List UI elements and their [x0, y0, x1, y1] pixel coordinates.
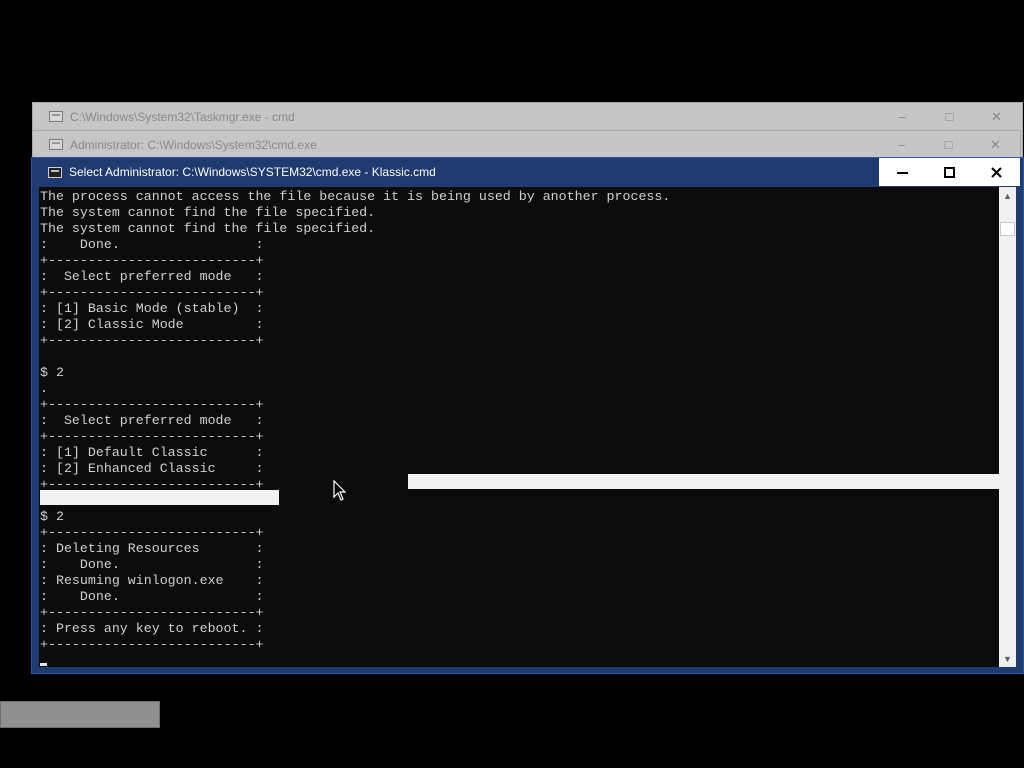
- console-line: : Done. :: [40, 237, 264, 252]
- text-cursor: [40, 663, 47, 666]
- selection-highlight: [40, 490, 279, 505]
- console-line: : Done. :: [40, 589, 264, 604]
- console-line: : Select preferred mode :: [40, 269, 264, 284]
- close-icon: [991, 166, 1002, 178]
- minimize-icon: [897, 171, 908, 174]
- console-line: : Press any key to reboot. :: [40, 621, 264, 636]
- mouse-pointer-icon: [333, 480, 347, 501]
- close-icon: ✕: [991, 108, 1002, 124]
- console-line: : [1] Default Classic :: [40, 445, 264, 460]
- close-button[interactable]: ✕: [972, 131, 1019, 158]
- console-line: +--------------------------+: [40, 605, 264, 620]
- console-line: The process cannot access the file becau…: [40, 189, 671, 204]
- scrollbar-thumb[interactable]: [1000, 222, 1015, 236]
- console-line: +--------------------------+: [40, 285, 264, 300]
- console-line: : [2] Classic Mode :: [40, 317, 264, 332]
- console-line: $ 2: [40, 509, 64, 524]
- minimize-icon: –: [898, 109, 907, 124]
- maximize-button[interactable]: □: [925, 131, 972, 158]
- maximize-button[interactable]: □: [926, 103, 973, 130]
- console-lines: The process cannot access the file becau…: [40, 189, 670, 653]
- console-line: +--------------------------+: [40, 637, 264, 652]
- console-line: $ 2: [40, 365, 64, 380]
- cmd-icon: [48, 166, 62, 178]
- cmd-icon: [49, 111, 63, 122]
- maximize-icon: □: [944, 137, 953, 152]
- minimize-button[interactable]: [879, 158, 926, 186]
- console-line: : Select preferred mode :: [40, 413, 264, 428]
- scroll-down-arrow-icon[interactable]: ▼: [999, 650, 1016, 667]
- console-line: : Deleting Resources :: [40, 541, 264, 556]
- minimize-button[interactable]: –: [878, 131, 925, 158]
- console-line: : [1] Basic Mode (stable) :: [40, 301, 264, 316]
- admin-cmd-titlebar[interactable]: Administrator: C:\Windows\System32\cmd.e…: [33, 131, 1020, 158]
- cmd-icon: [49, 139, 63, 150]
- maximize-button[interactable]: [926, 158, 973, 186]
- console-line: : Done. :: [40, 557, 264, 572]
- console-output[interactable]: The process cannot access the file becau…: [39, 187, 999, 667]
- minimize-button[interactable]: –: [879, 103, 926, 130]
- taskbar-button[interactable]: [0, 701, 160, 728]
- close-button[interactable]: [973, 158, 1020, 186]
- close-button[interactable]: ✕: [973, 103, 1020, 130]
- active-titlebar[interactable]: Select Administrator: C:\Windows\SYSTEM3…: [32, 158, 1023, 186]
- klassic-cmd-window[interactable]: Select Administrator: C:\Windows\SYSTEM3…: [31, 157, 1024, 674]
- console-line: .: [40, 381, 48, 396]
- console-line: The system cannot find the file specifie…: [40, 205, 376, 220]
- console-line: +--------------------------+: [40, 333, 264, 348]
- console-line: The system cannot find the file specifie…: [40, 221, 376, 236]
- maximize-icon: [944, 166, 955, 178]
- minimize-icon: –: [897, 137, 906, 152]
- maximize-icon: □: [945, 109, 954, 124]
- console-line: +--------------------------+: [40, 253, 264, 268]
- vertical-scrollbar[interactable]: ▲ ▼: [999, 187, 1016, 667]
- console-line: : Resuming winlogon.exe :: [40, 573, 264, 588]
- close-icon: ✕: [990, 136, 1001, 152]
- selection-highlight: [408, 474, 999, 489]
- scroll-up-arrow-icon[interactable]: ▲: [999, 187, 1016, 204]
- taskmgr-titlebar[interactable]: C:\Windows\System32\Taskmgr.exe - cmd: [33, 103, 1022, 130]
- console-line: +--------------------------+: [40, 429, 264, 444]
- console-line: +--------------------------+: [40, 397, 264, 412]
- console-line: +--------------------------+: [40, 525, 264, 540]
